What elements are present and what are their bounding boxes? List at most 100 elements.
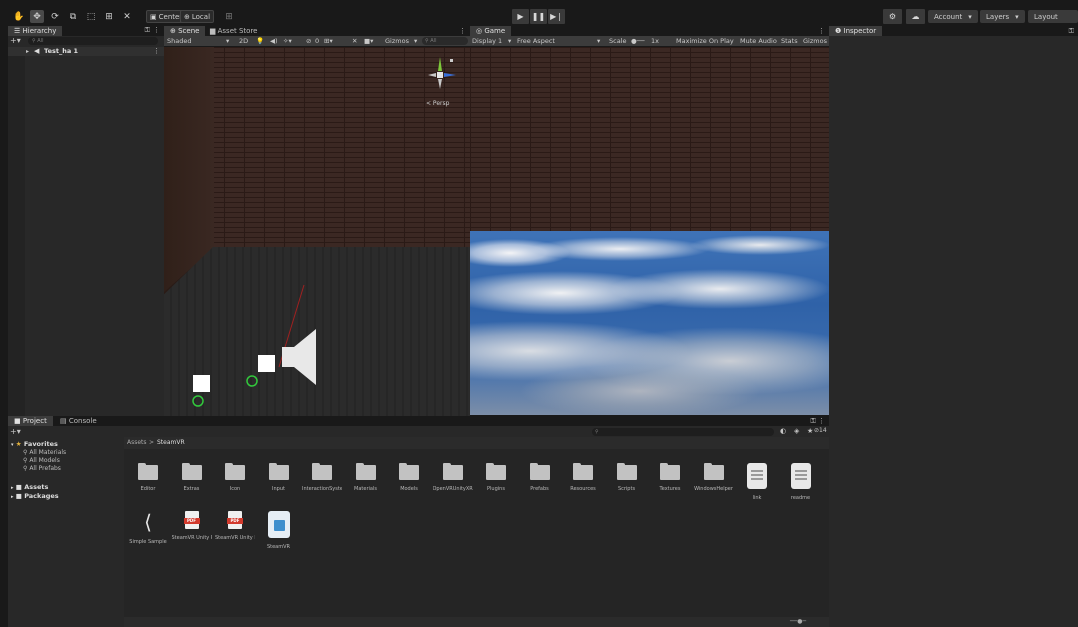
asset-folder[interactable]: Models — [389, 463, 429, 492]
display-dropdown[interactable]: Display 1 — [472, 36, 502, 46]
project-search-input[interactable]: ⚲ — [592, 428, 774, 436]
2d-toggle[interactable]: 2D — [239, 36, 248, 46]
custom-tool-icon[interactable]: ✕ — [120, 10, 134, 23]
favorite-item-all-models[interactable]: ⚲ All Models — [23, 457, 60, 464]
search-icon: ⚲ — [32, 38, 36, 44]
tab-scene[interactable]: ⊕ Scene — [164, 26, 206, 36]
tab-console[interactable]: ▤ Console — [54, 416, 103, 426]
favorite-star-icon[interactable]: ★ — [807, 427, 813, 435]
play-button[interactable]: ▶ — [512, 9, 529, 24]
add-icon[interactable]: +▾ — [10, 427, 21, 436]
maximize-on-play-toggle[interactable]: Maximize On Play — [676, 36, 734, 46]
layout-dropdown[interactable]: Layout — [1028, 10, 1078, 23]
chevron-down-icon[interactable]: ▾ — [508, 36, 511, 46]
asset-folder[interactable]: OpenVRUnityXR — [433, 463, 473, 492]
asset-doc[interactable]: readme — [781, 463, 821, 501]
chevron-down-icon[interactable]: ▾ — [414, 36, 417, 46]
lighting-icon[interactable]: 💡 — [256, 36, 264, 46]
asset-folder[interactable]: Icon — [215, 463, 255, 492]
gizmos-toggle[interactable]: Gizmos — [803, 36, 827, 46]
asset-folder[interactable]: Plugins — [476, 463, 516, 492]
scale-slider[interactable]: ●── — [631, 36, 645, 46]
asset-folder[interactable]: Editor — [128, 463, 168, 492]
layers-dropdown[interactable]: Layers ▾ — [980, 10, 1025, 23]
asset-folder[interactable]: Extras — [172, 463, 212, 492]
tools-icon[interactable]: ✕ — [352, 36, 357, 46]
shading-mode-dropdown[interactable]: Shaded — [167, 36, 191, 46]
chevron-down-icon[interactable]: ▾ — [597, 36, 600, 46]
lock-icon[interactable]: ⚿ — [1069, 26, 1074, 36]
tab-asset-store[interactable]: ▆ Asset Store — [204, 26, 264, 36]
kebab-menu-icon[interactable]: ⋮ — [459, 26, 466, 36]
asset-folder[interactable]: WindowsHelper — [694, 463, 734, 492]
tab-project[interactable]: ■ Project — [8, 416, 53, 426]
aspect-dropdown[interactable]: Free Aspect — [517, 36, 555, 46]
filter-label-icon[interactable]: ◈ — [794, 427, 799, 435]
hand-tool-icon[interactable]: ✋ — [12, 10, 26, 23]
asset-unity[interactable]: ⟨ Simple Sample — [128, 511, 168, 545]
favorite-item-all-prefabs[interactable]: ⚲ All Prefabs — [23, 465, 61, 472]
tab-inspector[interactable]: ❶ Inspector — [829, 26, 883, 36]
rotate-tool-icon[interactable]: ⟳ — [48, 10, 62, 23]
kebab-menu-icon[interactable]: ⋮ — [818, 26, 825, 36]
tab-hierarchy[interactable]: ☰ Hierarchy — [8, 26, 63, 36]
game-view[interactable] — [470, 47, 829, 415]
favorite-item-all-materials[interactable]: ⚲ All Materials — [23, 449, 66, 456]
stats-toggle[interactable]: Stats — [781, 36, 798, 46]
effects-icon[interactable]: ✧▾ — [283, 36, 292, 46]
scene-view[interactable]: < Persp — [164, 47, 470, 416]
move-tool-icon[interactable]: ✥ — [30, 10, 44, 23]
local-space-icon: ⊕ — [184, 12, 190, 21]
hierarchy-scene-row[interactable]: ▸ ◀ Test_ha 1 ⋮ — [8, 47, 164, 56]
asset-pdf[interactable]: PDF SteamVR Unity Plugin - Input System — [172, 511, 212, 541]
transform-tool-icon[interactable]: ⊞ — [102, 10, 116, 23]
favorites-row[interactable]: ▾ ★ Favorites — [11, 440, 58, 448]
asset-pdf[interactable]: PDF SteamVR Unity Plugin — [215, 511, 255, 541]
step-button[interactable]: ▶❘ — [548, 9, 565, 24]
tree-item-assets[interactable]: ▸ ■ Assets — [11, 483, 48, 491]
space-toggle[interactable]: ⊕ Local — [180, 10, 215, 23]
lock-icon[interactable]: ⚿ ⋮ — [810, 416, 825, 426]
zoom-slider[interactable]: ──●─ — [790, 618, 806, 625]
breadcrumb-steamvr[interactable]: SteamVR — [157, 439, 185, 446]
tree-item-packages[interactable]: ▸ ■ Packages — [11, 492, 59, 500]
asset-folder[interactable]: Prefabs — [520, 463, 560, 492]
account-dropdown[interactable]: Account ▾ — [928, 10, 978, 23]
grid-snap-icon[interactable]: ⊞ — [222, 10, 236, 23]
projection-label[interactable]: < Persp — [426, 100, 449, 107]
asset-doc[interactable]: link — [737, 463, 777, 501]
pause-button[interactable]: ❚❚ — [530, 9, 547, 24]
asset-folder[interactable]: Input — [259, 463, 299, 492]
scene-search-input[interactable]: ⚲ All — [422, 37, 468, 45]
lock-icon[interactable]: ⚿ — [145, 26, 150, 35]
expand-arrow-icon[interactable]: ▸ — [26, 47, 29, 56]
audio-icon[interactable]: ◀) — [270, 36, 278, 46]
chevron-down-icon[interactable]: ▾ — [226, 36, 229, 46]
hidden-objects-icon[interactable]: ⊘ — [306, 36, 311, 46]
kebab-menu-icon[interactable]: ⋮ — [153, 47, 160, 56]
asset-folder[interactable]: Materials — [346, 463, 386, 492]
unity-scene-icon: ◀ — [34, 47, 40, 55]
asset-folder[interactable]: Scripts — [607, 463, 647, 492]
asset-package[interactable]: SteamVR — [259, 511, 299, 550]
rect-tool-icon[interactable]: ⬚ — [84, 10, 98, 23]
hierarchy-search-input[interactable]: ⚲ All — [28, 37, 158, 45]
collab-button[interactable]: ⚙ — [883, 9, 902, 24]
tab-game[interactable]: ◎ Game — [470, 26, 512, 36]
breadcrumb-assets[interactable]: Assets — [127, 439, 147, 446]
kebab-menu-icon[interactable]: ⋮ — [153, 26, 160, 34]
mute-audio-toggle[interactable]: Mute Audio — [740, 36, 777, 46]
scale-tool-icon[interactable]: ⧉ — [66, 10, 80, 23]
grid-icon[interactable]: ⊞▾ — [324, 36, 333, 46]
scene-objects[interactable] — [184, 277, 344, 416]
filter-type-icon[interactable]: ◐ — [780, 427, 786, 435]
gizmos-dropdown[interactable]: Gizmos — [385, 36, 409, 46]
camera-icon[interactable]: ■▾ — [364, 36, 373, 46]
asset-folder[interactable]: Resources — [563, 463, 603, 492]
asset-folder[interactable]: InteractionSystem — [302, 463, 342, 492]
orientation-gizmo[interactable] — [416, 51, 466, 97]
cloud-button[interactable]: ☁ — [906, 9, 925, 24]
hidden-packages-count[interactable]: ⊘14 — [814, 427, 827, 434]
add-icon[interactable]: +▾ — [10, 36, 21, 45]
asset-folder[interactable]: Textures — [650, 463, 690, 492]
